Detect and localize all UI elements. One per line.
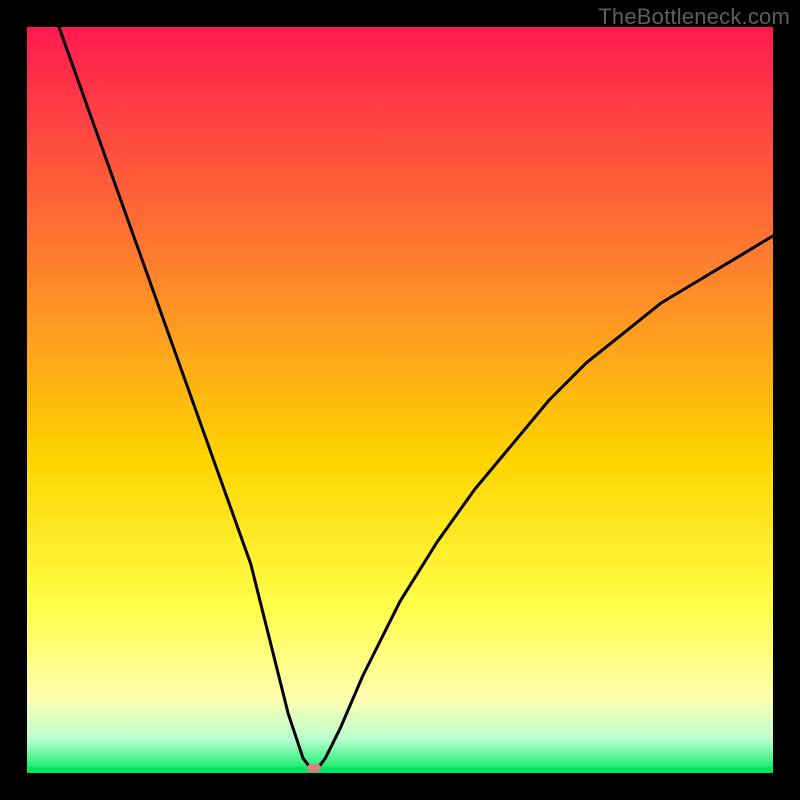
optimal-marker (307, 764, 321, 772)
bottleneck-curve (27, 27, 773, 773)
chart-frame (27, 27, 773, 773)
curve-layer (27, 27, 773, 773)
baseline-green (27, 767, 773, 773)
